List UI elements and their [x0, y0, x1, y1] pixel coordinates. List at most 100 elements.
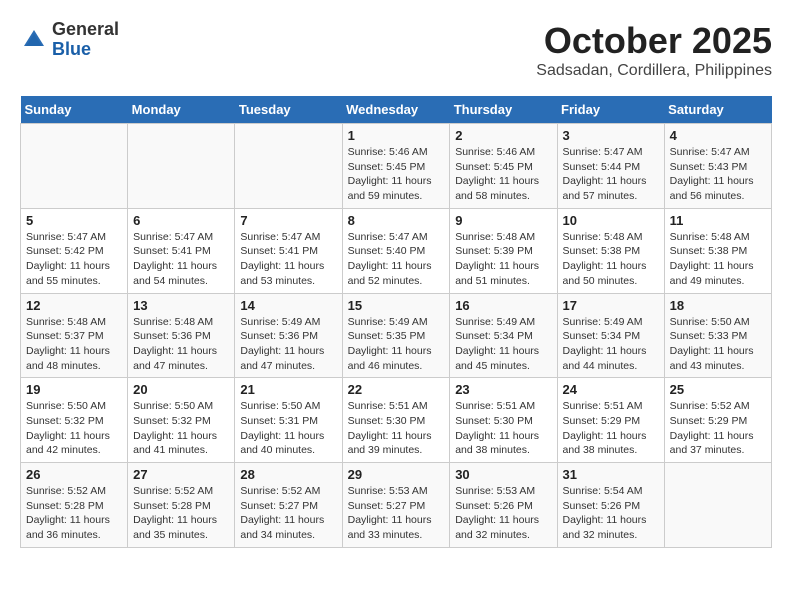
weekday-header-wednesday: Wednesday — [342, 96, 450, 124]
calendar-cell: 20 Sunrise: 5:50 AM Sunset: 5:32 PM Dayli… — [128, 378, 235, 463]
calendar-cell: 10 Sunrise: 5:48 AM Sunset: 5:38 PM Dayli… — [557, 208, 664, 293]
calendar-cell — [21, 124, 128, 209]
day-number: 5 — [26, 213, 122, 228]
calendar-body: 1 Sunrise: 5:46 AM Sunset: 5:45 PM Daylig… — [21, 124, 772, 548]
page-header: General Blue October 2025 Sadsadan, Cord… — [20, 20, 772, 80]
calendar-cell: 15 Sunrise: 5:49 AM Sunset: 5:35 PM Dayli… — [342, 293, 450, 378]
calendar-cell: 3Sunrise: 5:47 AM Sunset: 5:44 PM Daylig… — [557, 124, 664, 209]
day-number: 25 — [670, 382, 766, 397]
calendar-cell: 12Sunrise: 5:48 AM Sunset: 5:37 PM Dayli… — [21, 293, 128, 378]
calendar-cell: 9Sunrise: 5:48 AM Sunset: 5:39 PM Daylig… — [450, 208, 557, 293]
calendar-cell: 21 Sunrise: 5:50 AM Sunset: 5:31 PM Dayli… — [235, 378, 342, 463]
day-number: 15 — [348, 298, 445, 313]
day-number: 11 — [670, 213, 766, 228]
weekday-header-sunday: Sunday — [21, 96, 128, 124]
calendar-cell: 25Sunrise: 5:52 AM Sunset: 5:29 PM Dayli… — [664, 378, 771, 463]
day-info: Sunrise: 5:52 AM Sunset: 5:27 PM Dayligh… — [240, 484, 336, 543]
logo-blue: Blue — [52, 40, 119, 60]
day-info: Sunrise: 5:48 AM Sunset: 5:38 PM Dayligh… — [670, 230, 766, 289]
day-number: 8 — [348, 213, 445, 228]
day-number: 20 — [133, 382, 229, 397]
day-number: 31 — [563, 467, 659, 482]
day-number: 30 — [455, 467, 551, 482]
logo-text: General Blue — [52, 20, 119, 60]
calendar-week-row: 26 Sunrise: 5:52 AM Sunset: 5:28 PM Dayli… — [21, 463, 772, 548]
calendar-cell: 18 Sunrise: 5:50 AM Sunset: 5:33 PM Dayli… — [664, 293, 771, 378]
calendar-header: SundayMondayTuesdayWednesdayThursdayFrid… — [21, 96, 772, 124]
calendar-cell — [664, 463, 771, 548]
day-info: Sunrise: 5:49 AM Sunset: 5:34 PM Dayligh… — [563, 315, 659, 374]
day-number: 18 — [670, 298, 766, 313]
weekday-header-tuesday: Tuesday — [235, 96, 342, 124]
day-info: Sunrise: 5:50 AM Sunset: 5:33 PM Dayligh… — [670, 315, 766, 374]
calendar-cell: 26 Sunrise: 5:52 AM Sunset: 5:28 PM Dayli… — [21, 463, 128, 548]
calendar-cell: 6 Sunrise: 5:47 AM Sunset: 5:41 PM Daylig… — [128, 208, 235, 293]
day-number: 4 — [670, 128, 766, 143]
calendar-cell: 23 Sunrise: 5:51 AM Sunset: 5:30 PM Dayli… — [450, 378, 557, 463]
day-number: 23 — [455, 382, 551, 397]
calendar-cell: 31 Sunrise: 5:54 AM Sunset: 5:26 PM Dayli… — [557, 463, 664, 548]
day-number: 17 — [563, 298, 659, 313]
day-info: Sunrise: 5:47 AM Sunset: 5:40 PM Dayligh… — [348, 230, 445, 289]
calendar-cell — [235, 124, 342, 209]
logo: General Blue — [20, 20, 119, 60]
calendar-cell: 2Sunrise: 5:46 AM Sunset: 5:45 PM Daylig… — [450, 124, 557, 209]
calendar-cell: 19Sunrise: 5:50 AM Sunset: 5:32 PM Dayli… — [21, 378, 128, 463]
day-number: 2 — [455, 128, 551, 143]
calendar-cell: 5 Sunrise: 5:47 AM Sunset: 5:42 PM Daylig… — [21, 208, 128, 293]
day-info: Sunrise: 5:51 AM Sunset: 5:30 PM Dayligh… — [455, 399, 551, 458]
calendar-cell: 22 Sunrise: 5:51 AM Sunset: 5:30 PM Dayli… — [342, 378, 450, 463]
logo-general: General — [52, 20, 119, 40]
day-info: Sunrise: 5:47 AM Sunset: 5:41 PM Dayligh… — [133, 230, 229, 289]
day-info: Sunrise: 5:48 AM Sunset: 5:36 PM Dayligh… — [133, 315, 229, 374]
day-number: 6 — [133, 213, 229, 228]
calendar-cell: 28 Sunrise: 5:52 AM Sunset: 5:27 PM Dayli… — [235, 463, 342, 548]
calendar-week-row: 12Sunrise: 5:48 AM Sunset: 5:37 PM Dayli… — [21, 293, 772, 378]
day-info: Sunrise: 5:52 AM Sunset: 5:28 PM Dayligh… — [26, 484, 122, 543]
day-number: 22 — [348, 382, 445, 397]
day-number: 16 — [455, 298, 551, 313]
day-number: 29 — [348, 467, 445, 482]
weekday-header-monday: Monday — [128, 96, 235, 124]
calendar-cell — [128, 124, 235, 209]
calendar-cell: 13Sunrise: 5:48 AM Sunset: 5:36 PM Dayli… — [128, 293, 235, 378]
day-number: 24 — [563, 382, 659, 397]
day-info: Sunrise: 5:53 AM Sunset: 5:26 PM Dayligh… — [455, 484, 551, 543]
day-number: 27 — [133, 467, 229, 482]
day-info: Sunrise: 5:48 AM Sunset: 5:39 PM Dayligh… — [455, 230, 551, 289]
calendar-cell: 1 Sunrise: 5:46 AM Sunset: 5:45 PM Daylig… — [342, 124, 450, 209]
weekday-header-thursday: Thursday — [450, 96, 557, 124]
day-info: Sunrise: 5:52 AM Sunset: 5:28 PM Dayligh… — [133, 484, 229, 543]
calendar-week-row: 1 Sunrise: 5:46 AM Sunset: 5:45 PM Daylig… — [21, 124, 772, 209]
day-number: 7 — [240, 213, 336, 228]
day-info: Sunrise: 5:51 AM Sunset: 5:30 PM Dayligh… — [348, 399, 445, 458]
day-number: 10 — [563, 213, 659, 228]
calendar-cell: 17 Sunrise: 5:49 AM Sunset: 5:34 PM Dayli… — [557, 293, 664, 378]
day-info: Sunrise: 5:50 AM Sunset: 5:31 PM Dayligh… — [240, 399, 336, 458]
day-info: Sunrise: 5:49 AM Sunset: 5:34 PM Dayligh… — [455, 315, 551, 374]
calendar-week-row: 5 Sunrise: 5:47 AM Sunset: 5:42 PM Daylig… — [21, 208, 772, 293]
day-info: Sunrise: 5:48 AM Sunset: 5:37 PM Dayligh… — [26, 315, 122, 374]
day-number: 21 — [240, 382, 336, 397]
day-info: Sunrise: 5:54 AM Sunset: 5:26 PM Dayligh… — [563, 484, 659, 543]
logo-icon — [20, 26, 48, 54]
calendar-cell: 24 Sunrise: 5:51 AM Sunset: 5:29 PM Dayli… — [557, 378, 664, 463]
calendar-table: SundayMondayTuesdayWednesdayThursdayFrid… — [20, 96, 772, 548]
calendar-cell: 14Sunrise: 5:49 AM Sunset: 5:36 PM Dayli… — [235, 293, 342, 378]
day-info: Sunrise: 5:47 AM Sunset: 5:42 PM Dayligh… — [26, 230, 122, 289]
title-block: October 2025 Sadsadan, Cordillera, Phili… — [536, 20, 772, 80]
calendar-cell: 4Sunrise: 5:47 AM Sunset: 5:43 PM Daylig… — [664, 124, 771, 209]
day-info: Sunrise: 5:49 AM Sunset: 5:35 PM Dayligh… — [348, 315, 445, 374]
day-info: Sunrise: 5:51 AM Sunset: 5:29 PM Dayligh… — [563, 399, 659, 458]
calendar-cell: 7 Sunrise: 5:47 AM Sunset: 5:41 PM Daylig… — [235, 208, 342, 293]
day-info: Sunrise: 5:48 AM Sunset: 5:38 PM Dayligh… — [563, 230, 659, 289]
page-subtitle: Sadsadan, Cordillera, Philippines — [536, 62, 772, 80]
day-number: 26 — [26, 467, 122, 482]
day-number: 28 — [240, 467, 336, 482]
calendar-cell: 29Sunrise: 5:53 AM Sunset: 5:27 PM Dayli… — [342, 463, 450, 548]
day-info: Sunrise: 5:46 AM Sunset: 5:45 PM Dayligh… — [348, 145, 445, 204]
calendar-cell: 8 Sunrise: 5:47 AM Sunset: 5:40 PM Daylig… — [342, 208, 450, 293]
day-info: Sunrise: 5:50 AM Sunset: 5:32 PM Dayligh… — [133, 399, 229, 458]
day-info: Sunrise: 5:47 AM Sunset: 5:41 PM Dayligh… — [240, 230, 336, 289]
day-number: 1 — [348, 128, 445, 143]
